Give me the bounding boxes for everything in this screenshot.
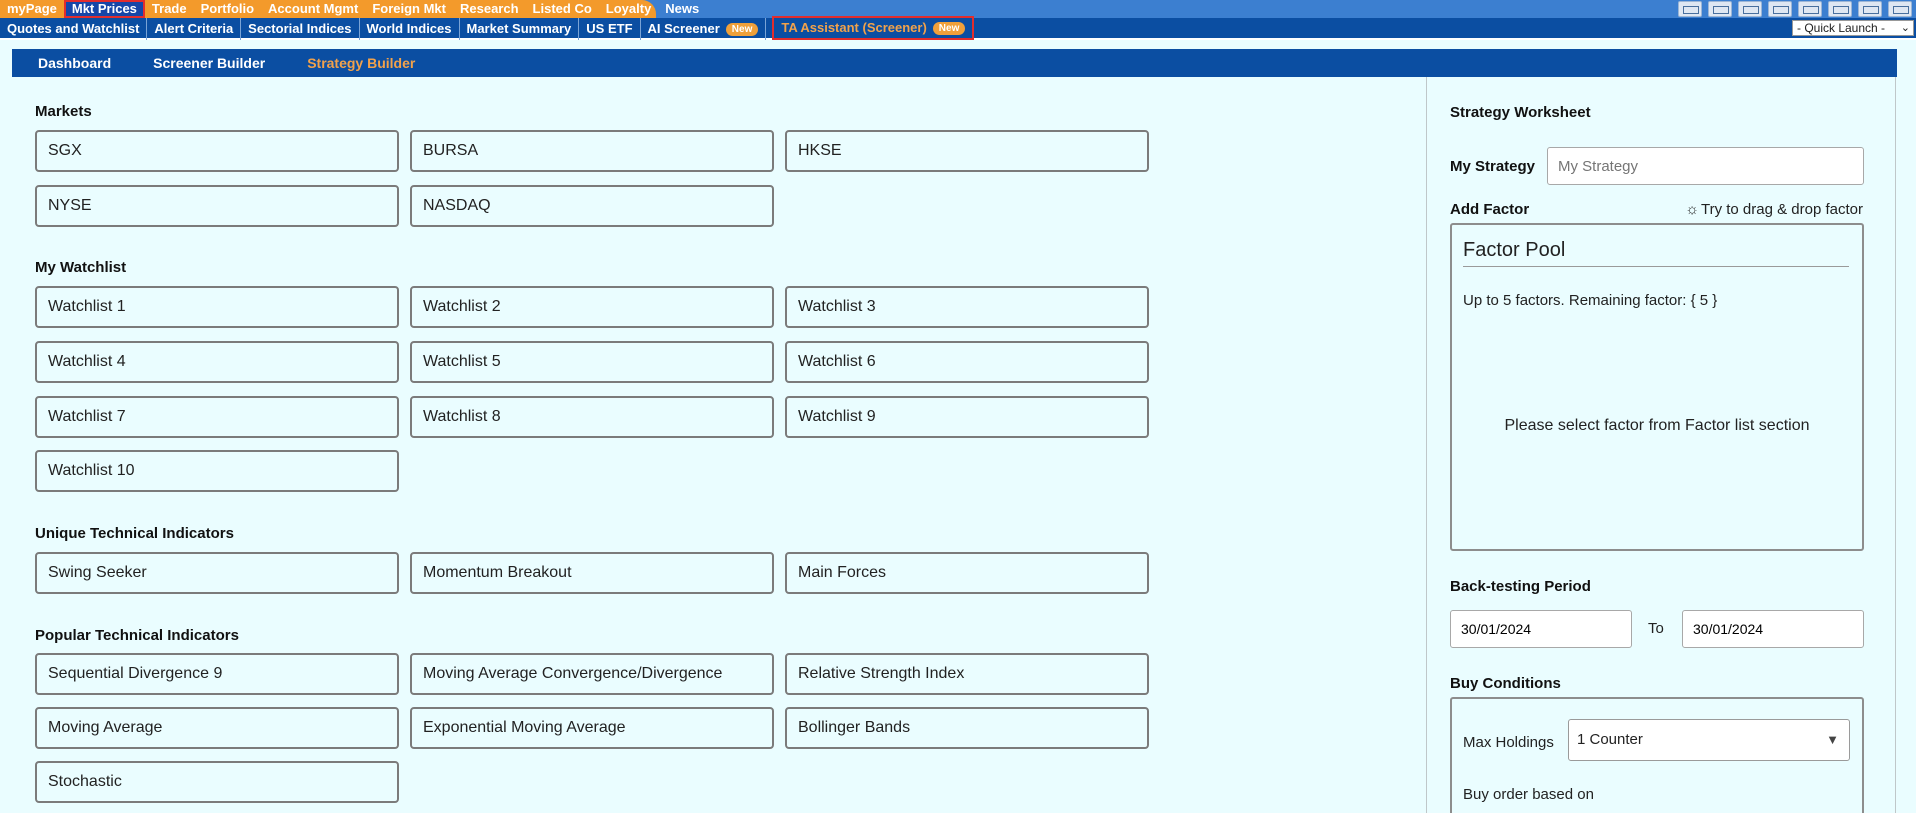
factor-pool-empty-message: Please select factor from Factor list se… [1504, 417, 1810, 434]
chevron-down-icon: ▼ [1826, 732, 1839, 747]
tool-5-icon[interactable] [1798, 1, 1822, 17]
markets-title: Markets [35, 103, 92, 120]
indicator-stochastic[interactable]: Stochastic [35, 761, 399, 803]
watchlist-7[interactable]: Watchlist 7 [35, 396, 399, 438]
nav-research[interactable]: Research [453, 0, 526, 18]
quick-launch-select[interactable]: - Quick Launch - ⌄ [1792, 20, 1914, 36]
my-strategy-input[interactable] [1547, 147, 1864, 185]
subnav-alert-criteria[interactable]: Alert Criteria [147, 18, 242, 40]
market-bursa[interactable]: BURSA [410, 130, 774, 172]
market-sgx[interactable]: SGX [35, 130, 399, 172]
watchlist-2[interactable]: Watchlist 2 [410, 286, 774, 328]
unique-indicators-title: Unique Technical Indicators [35, 525, 234, 542]
max-holdings-label: Max Holdings [1463, 734, 1554, 751]
market-nyse[interactable]: NYSE [35, 185, 399, 227]
worksheet-title: Strategy Worksheet [1450, 104, 1591, 121]
chevron-down-icon: ⌄ [1900, 22, 1910, 34]
watchlist-6[interactable]: Watchlist 6 [785, 341, 1149, 383]
watchlist-10[interactable]: Watchlist 10 [35, 450, 399, 492]
tab-screener-builder[interactable]: Screener Builder [127, 55, 265, 71]
buy-order-label: Buy order based on [1463, 786, 1594, 803]
indicator-momentum-breakout[interactable]: Momentum Breakout [410, 552, 774, 594]
nav-news[interactable]: News [658, 0, 706, 18]
indicator-moving-average[interactable]: Moving Average [35, 707, 399, 749]
tool-4-icon[interactable] [1768, 1, 1792, 17]
subnav-us-etf[interactable]: US ETF [579, 18, 641, 40]
new-badge: New [725, 22, 759, 36]
subnav-ta-assistant[interactable]: TA Assistant (Screener) New [772, 16, 975, 40]
watchlist-1[interactable]: Watchlist 1 [35, 286, 399, 328]
new-badge: New [932, 21, 966, 35]
max-holdings-value: 1 Counter [1577, 731, 1643, 748]
backtest-title: Back-testing Period [1450, 578, 1591, 595]
indicator-ema[interactable]: Exponential Moving Average [410, 707, 774, 749]
drag-hint: ☼ Try to drag & drop factor [1685, 201, 1863, 218]
watchlist-9[interactable]: Watchlist 9 [785, 396, 1149, 438]
market-hkse[interactable]: HKSE [785, 130, 1149, 172]
subnav-sectorial-indices[interactable]: Sectorial Indices [241, 18, 360, 40]
backtest-to-date[interactable] [1682, 610, 1864, 648]
market-nasdaq[interactable]: NASDAQ [410, 185, 774, 227]
factor-pool-hint: Up to 5 factors. Remaining factor: { 5 } [1463, 292, 1718, 309]
nav-account-mgmt[interactable]: Account Mgmt [261, 0, 365, 18]
nav-portfolio[interactable]: Portfolio [194, 0, 261, 18]
watchlist-5[interactable]: Watchlist 5 [410, 341, 774, 383]
indicator-sequential-divergence[interactable]: Sequential Divergence 9 [35, 653, 399, 695]
tab-dashboard[interactable]: Dashboard [12, 55, 111, 71]
add-factor-label: Add Factor [1450, 201, 1530, 218]
indicator-rsi[interactable]: Relative Strength Index [785, 653, 1149, 695]
tool-6-icon[interactable] [1828, 1, 1852, 17]
indicator-macd[interactable]: Moving Average Convergence/Divergence [410, 653, 774, 695]
strategy-tabs: Dashboard Screener Builder Strategy Buil… [12, 49, 1897, 77]
nav-listed-co[interactable]: Listed Co [526, 0, 599, 18]
watchlist-3[interactable]: Watchlist 3 [785, 286, 1149, 328]
watchlist-4[interactable]: Watchlist 4 [35, 341, 399, 383]
buy-conditions-box: Max Holdings 1 Counter ▼ Buy order based… [1450, 697, 1864, 813]
my-strategy-label: My Strategy [1450, 158, 1536, 175]
ai-screener-label: AI Screener [647, 21, 720, 36]
watchlist-title: My Watchlist [35, 259, 127, 276]
strategy-worksheet-panel: Strategy Worksheet My Strategy Add Facto… [1426, 77, 1896, 813]
buy-conditions-title: Buy Conditions [1450, 675, 1561, 692]
quick-launch-value: - Quick Launch - [1797, 21, 1886, 35]
nav-mypage[interactable]: myPage [0, 0, 64, 18]
nav-foreign-mkt[interactable]: Foreign Mkt [365, 0, 453, 18]
subnav-quotes[interactable]: Quotes and Watchlist [0, 18, 148, 40]
tool-8-icon[interactable] [1888, 1, 1912, 17]
tool-1-icon[interactable] [1678, 1, 1702, 17]
indicator-bollinger-bands[interactable]: Bollinger Bands [785, 707, 1149, 749]
sub-nav: Quotes and Watchlist Alert Criteria Sect… [0, 16, 1916, 40]
subnav-ai-screener[interactable]: AI Screener New [641, 18, 767, 40]
indicator-main-forces[interactable]: Main Forces [785, 552, 1149, 594]
nav-mkt-prices[interactable]: Mkt Prices [63, 0, 145, 18]
tool-7-icon[interactable] [1858, 1, 1882, 17]
factor-pool-title: Factor Pool [1463, 239, 1566, 261]
to-label: To [1648, 620, 1664, 637]
divider [1463, 266, 1849, 267]
tab-strategy-builder[interactable]: Strategy Builder [281, 55, 415, 71]
popular-indicators-title: Popular Technical Indicators [35, 627, 239, 644]
ta-assistant-label: TA Assistant (Screener) [781, 20, 927, 35]
factor-pool[interactable]: Factor Pool Up to 5 factors. Remaining f… [1450, 223, 1864, 551]
indicator-swing-seeker[interactable]: Swing Seeker [35, 552, 399, 594]
drag-hint-text: Try to drag & drop factor [1700, 201, 1863, 218]
backtest-from-date[interactable] [1450, 610, 1632, 648]
subnav-market-summary[interactable]: Market Summary [460, 18, 580, 40]
watchlist-8[interactable]: Watchlist 8 [410, 396, 774, 438]
subnav-world-indices[interactable]: World Indices [360, 18, 460, 40]
tool-2-icon[interactable] [1708, 1, 1732, 17]
tool-3-icon[interactable] [1738, 1, 1762, 17]
nav-trade[interactable]: Trade [145, 0, 194, 18]
lightbulb-icon: ☼ [1685, 201, 1699, 218]
max-holdings-select[interactable]: 1 Counter ▼ [1568, 719, 1850, 761]
nav-loyalty[interactable]: Loyalty [599, 0, 659, 18]
